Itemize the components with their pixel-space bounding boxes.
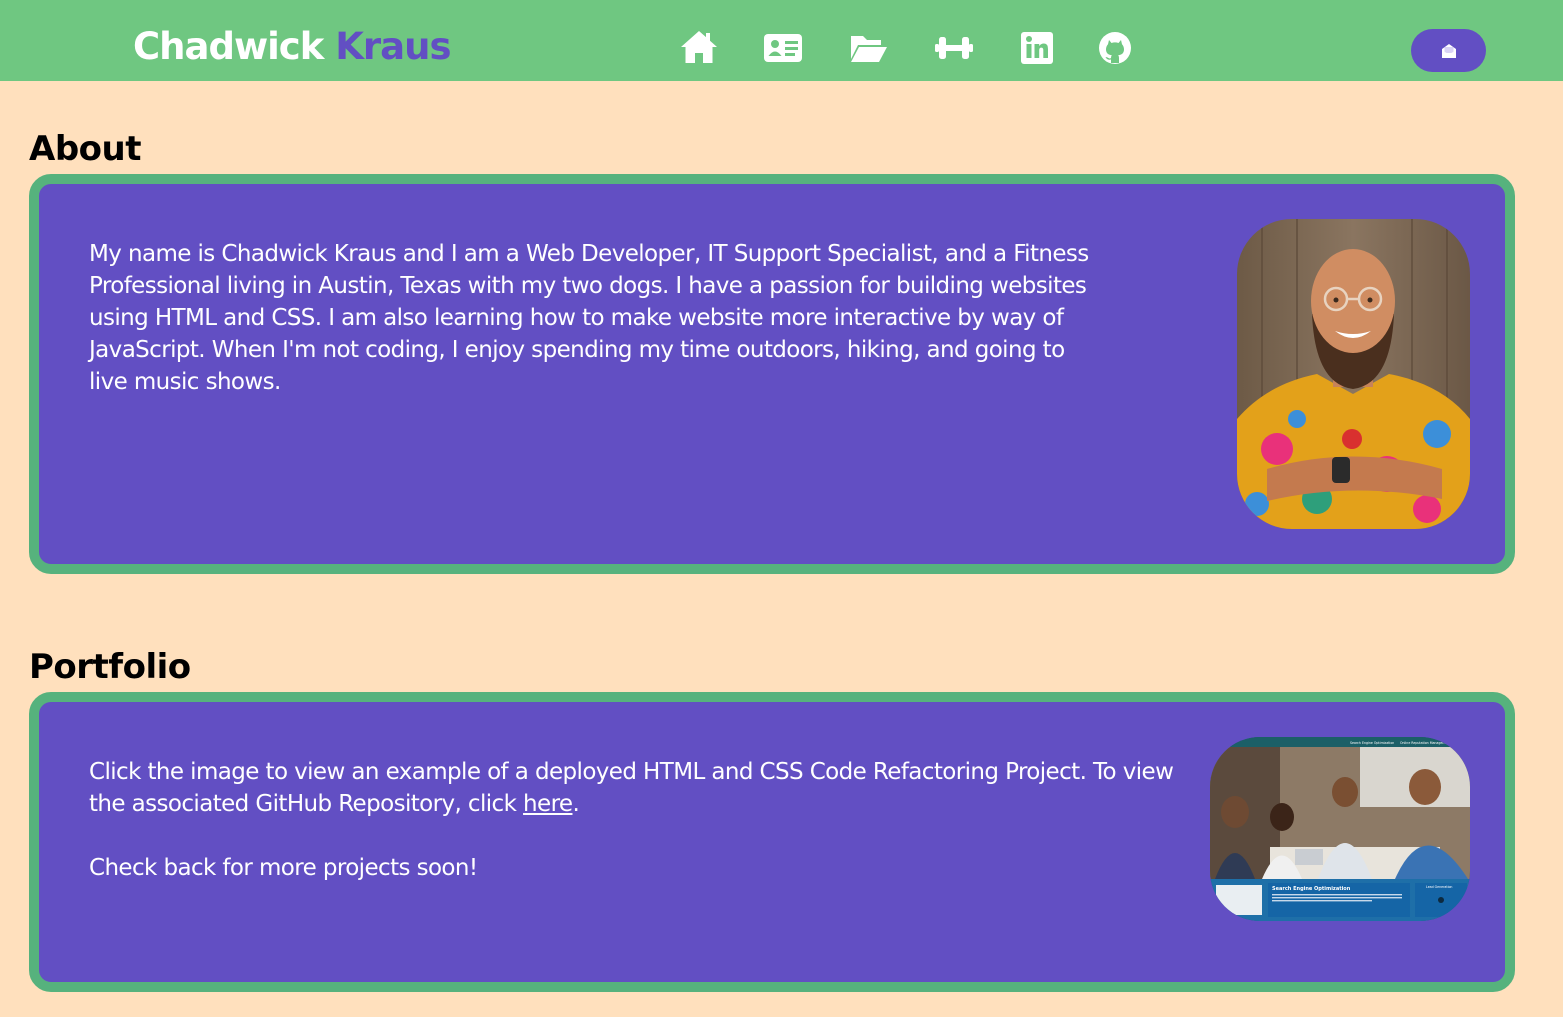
site-header: Chadwick Kraus — [0, 0, 1563, 81]
portfolio-card: Click the image to view an example of a … — [29, 692, 1515, 992]
repo-link[interactable]: here — [523, 791, 573, 817]
folder-open-icon[interactable] — [848, 28, 888, 68]
portfolio-text: Click the image to view an example of a … — [89, 756, 1199, 884]
about-card: My name is Chadwick Kraus and I am a Web… — [29, 174, 1515, 574]
home-icon[interactable] — [679, 28, 719, 68]
portfolio-intro-text: Click the image to view an example of a … — [89, 759, 1174, 817]
portfolio-title: Portfolio — [29, 647, 191, 687]
site-brand[interactable]: Chadwick Kraus — [133, 24, 452, 70]
about-paragraph: My name is Chadwick Kraus and I am a Web… — [89, 241, 1089, 395]
thumb-nav-item: Online Reputation Management — [1400, 741, 1451, 745]
thumb-side-heading: Lead Generation — [1426, 885, 1452, 889]
project-thumbnail-link[interactable]: Search Engine Optimization Online Reputa… — [1210, 737, 1470, 921]
contact-button[interactable] — [1411, 29, 1486, 72]
repo-link-punctuation: . — [572, 791, 580, 817]
linkedin-icon[interactable] — [1017, 28, 1057, 68]
github-icon[interactable] — [1095, 28, 1135, 68]
id-card-icon[interactable] — [763, 28, 803, 68]
brand-first-name: Chadwick — [133, 25, 324, 68]
brand-last-name: Kraus — [335, 25, 451, 68]
thumb-nav-item: Search Engine Optimization — [1350, 741, 1394, 745]
about-title: About — [29, 129, 141, 169]
thumb-heading: Search Engine Optimization — [1272, 886, 1351, 892]
project-screenshot: Search Engine Optimization Online Reputa… — [1210, 737, 1470, 921]
portfolio-more: Check back for more projects soon! — [89, 855, 478, 881]
profile-photo — [1237, 219, 1470, 529]
portfolio-intro: Click the image to view an example of a … — [89, 756, 1199, 820]
envelope-open-icon — [1441, 43, 1456, 58]
about-text: My name is Chadwick Kraus and I am a Web… — [89, 238, 1089, 398]
dumbbell-icon[interactable] — [934, 28, 974, 68]
